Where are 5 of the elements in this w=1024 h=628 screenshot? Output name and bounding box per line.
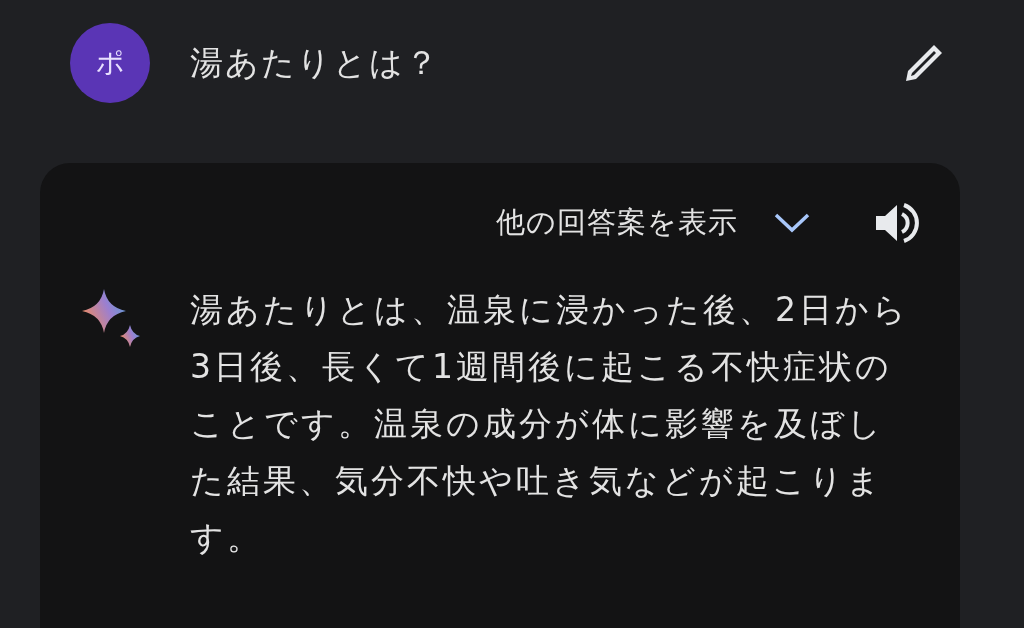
chevron-down-icon (772, 211, 812, 235)
user-avatar: ポ (70, 23, 150, 103)
show-drafts-button[interactable]: 他の回答案を表示 (496, 203, 812, 243)
response-text: 湯あたりとは、温泉に浸かった後、2日から3日後、長くて1週間後に起こる不快症状のことです。温泉の成分が体に影響を及ぼした結果、気分不快や吐き気などが起こります。 (190, 289, 910, 559)
user-question: 湯あたりとは？ (190, 41, 441, 84)
